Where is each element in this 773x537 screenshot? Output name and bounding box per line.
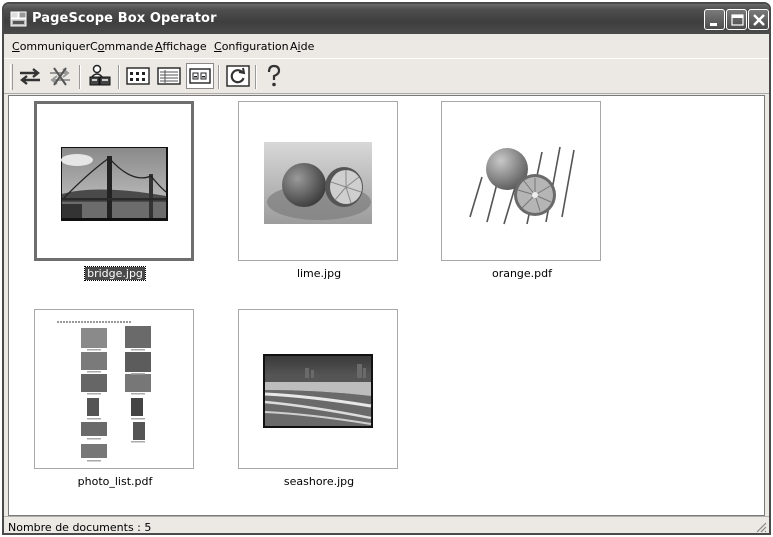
disconnect-icon — [50, 67, 70, 86]
app-window: PageScope Box Operator Communiquer Comma… — [2, 2, 771, 535]
menu-accel: A — [155, 40, 163, 53]
menu-label-rest: ffichage — [162, 40, 207, 53]
toolbar-separator — [218, 65, 220, 89]
menu-label-rest: mmande — [104, 40, 154, 53]
document-label[interactable]: lime.jpg — [238, 267, 400, 280]
document-label[interactable]: photo_list.pdf — [34, 475, 196, 488]
menu-accel: C — [12, 40, 20, 53]
status-bar: Nombre de documents : 5 — [4, 516, 769, 534]
document-name: bridge.jpg — [84, 266, 146, 281]
menu-aide[interactable]: Aide — [290, 40, 314, 53]
photo-list-page-icon — [39, 312, 191, 466]
user-boxes-button[interactable] — [86, 63, 114, 89]
document-count: Nombre de documents : 5 — [8, 521, 152, 534]
seashore-photo-icon — [263, 354, 373, 428]
close-icon — [753, 14, 765, 26]
help-button[interactable] — [260, 63, 288, 89]
document-name: orange.pdf — [491, 267, 553, 280]
transfer-button[interactable] — [16, 63, 44, 89]
large-icons-view-button[interactable] — [124, 63, 152, 89]
document-thumbnail[interactable] — [238, 101, 398, 261]
toolbar — [4, 58, 769, 94]
minimize-icon — [710, 23, 717, 26]
lime-photo-icon — [264, 142, 372, 224]
document-list[interactable]: bridge.jpg lime.jpg orange.pdf photo_lis… — [8, 95, 765, 516]
refresh-icon — [226, 65, 250, 87]
document-name: photo_list.pdf — [77, 475, 153, 488]
toolbar-separator — [255, 65, 257, 89]
menu-affichage[interactable]: Affichage — [155, 40, 207, 53]
toolbar-grip[interactable] — [10, 64, 13, 90]
document-thumbnail[interactable] — [441, 101, 601, 261]
details-view-button[interactable] — [155, 63, 183, 89]
document-label[interactable]: orange.pdf — [441, 267, 603, 280]
menu-label-pre: A — [290, 40, 298, 53]
document-thumbnail[interactable] — [34, 101, 194, 261]
document-label[interactable]: bridge.jpg — [34, 266, 196, 281]
toolbar-separator — [79, 65, 81, 89]
title-bar[interactable]: PageScope Box Operator — [4, 4, 769, 34]
menu-label-rest: de — [300, 40, 315, 53]
large-icons-view-icon — [126, 67, 150, 85]
menu-bar: Communiquer Commande Affichage Configura… — [4, 36, 769, 56]
menu-communiquer[interactable]: Communiquer — [12, 40, 90, 53]
user-boxes-icon — [89, 64, 111, 86]
app-icon — [10, 11, 27, 27]
document-thumbnail[interactable] — [34, 309, 194, 469]
orange-photo-icon — [469, 146, 575, 225]
document-thumbnail[interactable] — [238, 309, 398, 469]
window-title: PageScope Box Operator — [32, 11, 217, 26]
document-name: lime.jpg — [296, 267, 342, 280]
minimize-button[interactable] — [704, 9, 725, 30]
disconnect-button[interactable] — [46, 63, 74, 89]
thumbnail-view-button[interactable] — [186, 63, 214, 89]
transfer-icon — [20, 68, 40, 85]
maximize-button[interactable] — [726, 9, 747, 30]
menu-label-rest: ommuniquer — [19, 40, 91, 53]
help-icon — [267, 64, 281, 87]
refresh-button[interactable] — [224, 63, 252, 89]
menu-commande[interactable]: Commande — [90, 40, 153, 53]
toolbar-separator — [118, 65, 120, 89]
maximize-icon — [731, 14, 744, 26]
resize-grip-icon[interactable] — [755, 521, 767, 533]
menu-configuration[interactable]: Configuration — [214, 40, 289, 53]
menu-accel: C — [214, 40, 222, 53]
menu-label-pre: C — [90, 40, 98, 53]
thumbnail-view-icon — [189, 68, 211, 84]
document-label[interactable]: seashore.jpg — [238, 475, 400, 488]
document-name: seashore.jpg — [283, 475, 355, 488]
menu-label-rest: onfiguration — [221, 40, 289, 53]
bridge-photo-icon — [61, 147, 168, 221]
close-button[interactable] — [748, 9, 769, 30]
details-view-icon — [157, 67, 181, 85]
